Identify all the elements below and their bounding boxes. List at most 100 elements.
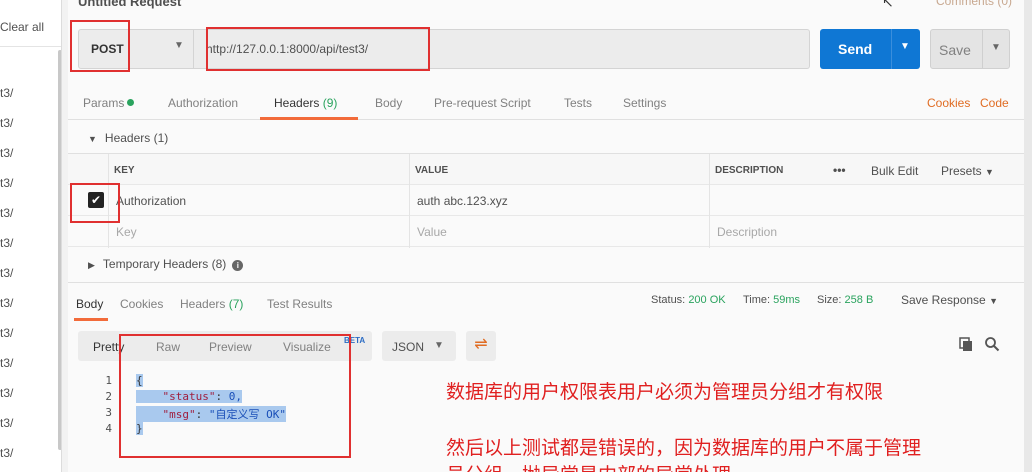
more-options-icon[interactable]: •••	[833, 163, 846, 177]
tab-tests[interactable]: Tests	[564, 96, 592, 110]
line-number: 1	[105, 374, 112, 387]
table-row-empty: Key Value Description	[68, 216, 1032, 247]
highlight-box-response	[119, 334, 351, 458]
code-link[interactable]: Code	[980, 96, 1009, 110]
caret-down-icon: ▼	[88, 134, 97, 144]
table-row: Authorization auth abc.123.xyz	[68, 185, 1032, 216]
line-number: 4	[105, 422, 112, 435]
format-select[interactable]: JSON ▼	[382, 331, 456, 361]
chevron-down-icon: ▼	[434, 340, 444, 351]
format-label: JSON	[392, 340, 425, 354]
cookies-link[interactable]: Cookies	[927, 96, 970, 110]
presets-label: Presets	[941, 164, 982, 178]
tab-body[interactable]: Body	[375, 96, 402, 110]
tab-headers-label: Headers	[274, 96, 320, 110]
col-value-header: VALUE	[415, 165, 449, 176]
history-item[interactable]: t3/	[0, 266, 13, 280]
search-icon[interactable]	[984, 336, 1000, 352]
new-description-input[interactable]: Description	[717, 225, 777, 239]
highlight-box-method	[70, 20, 130, 72]
save-response-dropdown[interactable]: Save Response ▼	[901, 293, 998, 307]
window-scrollbar[interactable]	[1024, 0, 1032, 472]
history-item[interactable]: t3/	[0, 206, 13, 220]
new-key-input[interactable]: Key	[116, 225, 137, 239]
sidebar-scrollbar[interactable]	[58, 50, 61, 450]
send-divider	[891, 29, 892, 69]
info-icon[interactable]: i	[232, 260, 244, 271]
response-tab-cookies[interactable]: Cookies	[120, 297, 163, 311]
header-value-cell[interactable]: auth abc.123.xyz	[417, 194, 508, 208]
send-button[interactable]: Send ▼	[820, 29, 920, 69]
tab-prerequest-script[interactable]: Pre-request Script	[434, 96, 531, 110]
history-item[interactable]: t3/	[0, 86, 13, 100]
clear-all-button[interactable]: Clear all	[0, 20, 44, 34]
history-item[interactable]: t3/	[0, 296, 13, 310]
history-item[interactable]: t3/	[0, 146, 13, 160]
time-label: Time:	[743, 294, 771, 306]
size-value: 258 B	[844, 294, 874, 306]
headers-table: KEY VALUE DESCRIPTION ••• Bulk Edit Pres…	[68, 153, 1032, 248]
history-item[interactable]: t3/	[0, 356, 13, 370]
sidebar-divider	[0, 46, 61, 47]
temporary-headers-toggle[interactable]: ▶ Temporary Headers (8) i	[88, 257, 244, 271]
tab-params-label: Params	[83, 96, 125, 110]
save-divider	[982, 30, 983, 68]
copy-icon[interactable]	[958, 336, 974, 352]
caret-right-icon: ▶	[88, 260, 95, 270]
header-key-cell[interactable]: Authorization	[116, 194, 186, 208]
save-response-label: Save Response	[901, 293, 986, 307]
comments-link[interactable]: Comments (0)	[936, 0, 1012, 8]
wrap-lines-icon: ⇌	[474, 336, 488, 353]
time-readout: Time: 59ms	[743, 294, 800, 306]
tab-params[interactable]: Params	[83, 96, 135, 110]
save-button[interactable]: Save ▼	[930, 29, 1010, 69]
headers-section-toggle[interactable]: ▼ Headers (1)	[88, 131, 168, 145]
response-tab-headers[interactable]: Headers (7)	[180, 297, 243, 311]
active-tab-indicator	[260, 117, 358, 120]
tab-headers[interactable]: Headers (9)	[274, 96, 337, 110]
history-item[interactable]: t3/	[0, 416, 13, 430]
status-readout: Status: 200 OK	[651, 294, 726, 306]
history-sidebar: Clear all t3/ t3/ t3/ t3/ t3/ t3/ t3/ t3…	[0, 0, 62, 472]
temporary-headers-title: Temporary Headers	[102, 257, 209, 271]
request-title[interactable]: Untitled Request	[78, 0, 181, 9]
response-tabs: Body Cookies Headers (7) Test Results	[68, 282, 1032, 322]
status-value: 200 OK	[688, 294, 726, 306]
highlight-box-url	[206, 27, 430, 71]
history-item[interactable]: t3/	[0, 176, 13, 190]
table-header-row: KEY VALUE DESCRIPTION ••• Bulk Edit Pres…	[68, 154, 1032, 185]
size-readout: Size: 258 B	[817, 294, 873, 306]
highlight-box-checkbox	[70, 183, 120, 223]
headers-section-count: (1)	[153, 131, 169, 145]
response-tab-test-results[interactable]: Test Results	[267, 297, 332, 311]
tab-settings[interactable]: Settings	[623, 96, 666, 110]
new-value-input[interactable]: Value	[417, 225, 447, 239]
bulk-edit-link[interactable]: Bulk Edit	[871, 164, 918, 178]
wrap-lines-button[interactable]: ⇌	[466, 331, 496, 361]
active-response-tab-indicator	[74, 318, 108, 321]
send-options-chevron-icon[interactable]: ▼	[900, 41, 910, 52]
history-item[interactable]: t3/	[0, 386, 13, 400]
history-item[interactable]: t3/	[0, 236, 13, 250]
annotation-line-2: 然后以上测试都是错误的，因为数据库的用户不属于管理	[446, 437, 922, 459]
send-label: Send	[838, 41, 873, 57]
line-number: 3	[105, 406, 112, 419]
history-item[interactable]: t3/	[0, 116, 13, 130]
annotation-line-3: 员分组，抛异常是内部的异常处理	[446, 460, 731, 472]
save-options-chevron-icon[interactable]: ▼	[991, 42, 1001, 53]
status-label: Status:	[651, 294, 686, 306]
col-key-header: KEY	[114, 165, 135, 176]
column-divider	[709, 154, 710, 248]
chevron-down-icon: ▼	[985, 167, 994, 177]
history-item[interactable]: t3/	[0, 446, 13, 460]
params-indicator-icon	[127, 99, 135, 106]
column-divider	[409, 154, 410, 248]
response-tab-body[interactable]: Body	[76, 297, 103, 311]
headers-section-title: Headers	[104, 131, 151, 145]
presets-dropdown[interactable]: Presets ▼	[941, 164, 994, 178]
history-item[interactable]: t3/	[0, 326, 13, 340]
size-label: Size:	[817, 294, 842, 306]
line-number: 2	[105, 390, 112, 403]
temporary-headers-count: (8)	[211, 257, 227, 271]
tab-authorization[interactable]: Authorization	[168, 96, 238, 110]
